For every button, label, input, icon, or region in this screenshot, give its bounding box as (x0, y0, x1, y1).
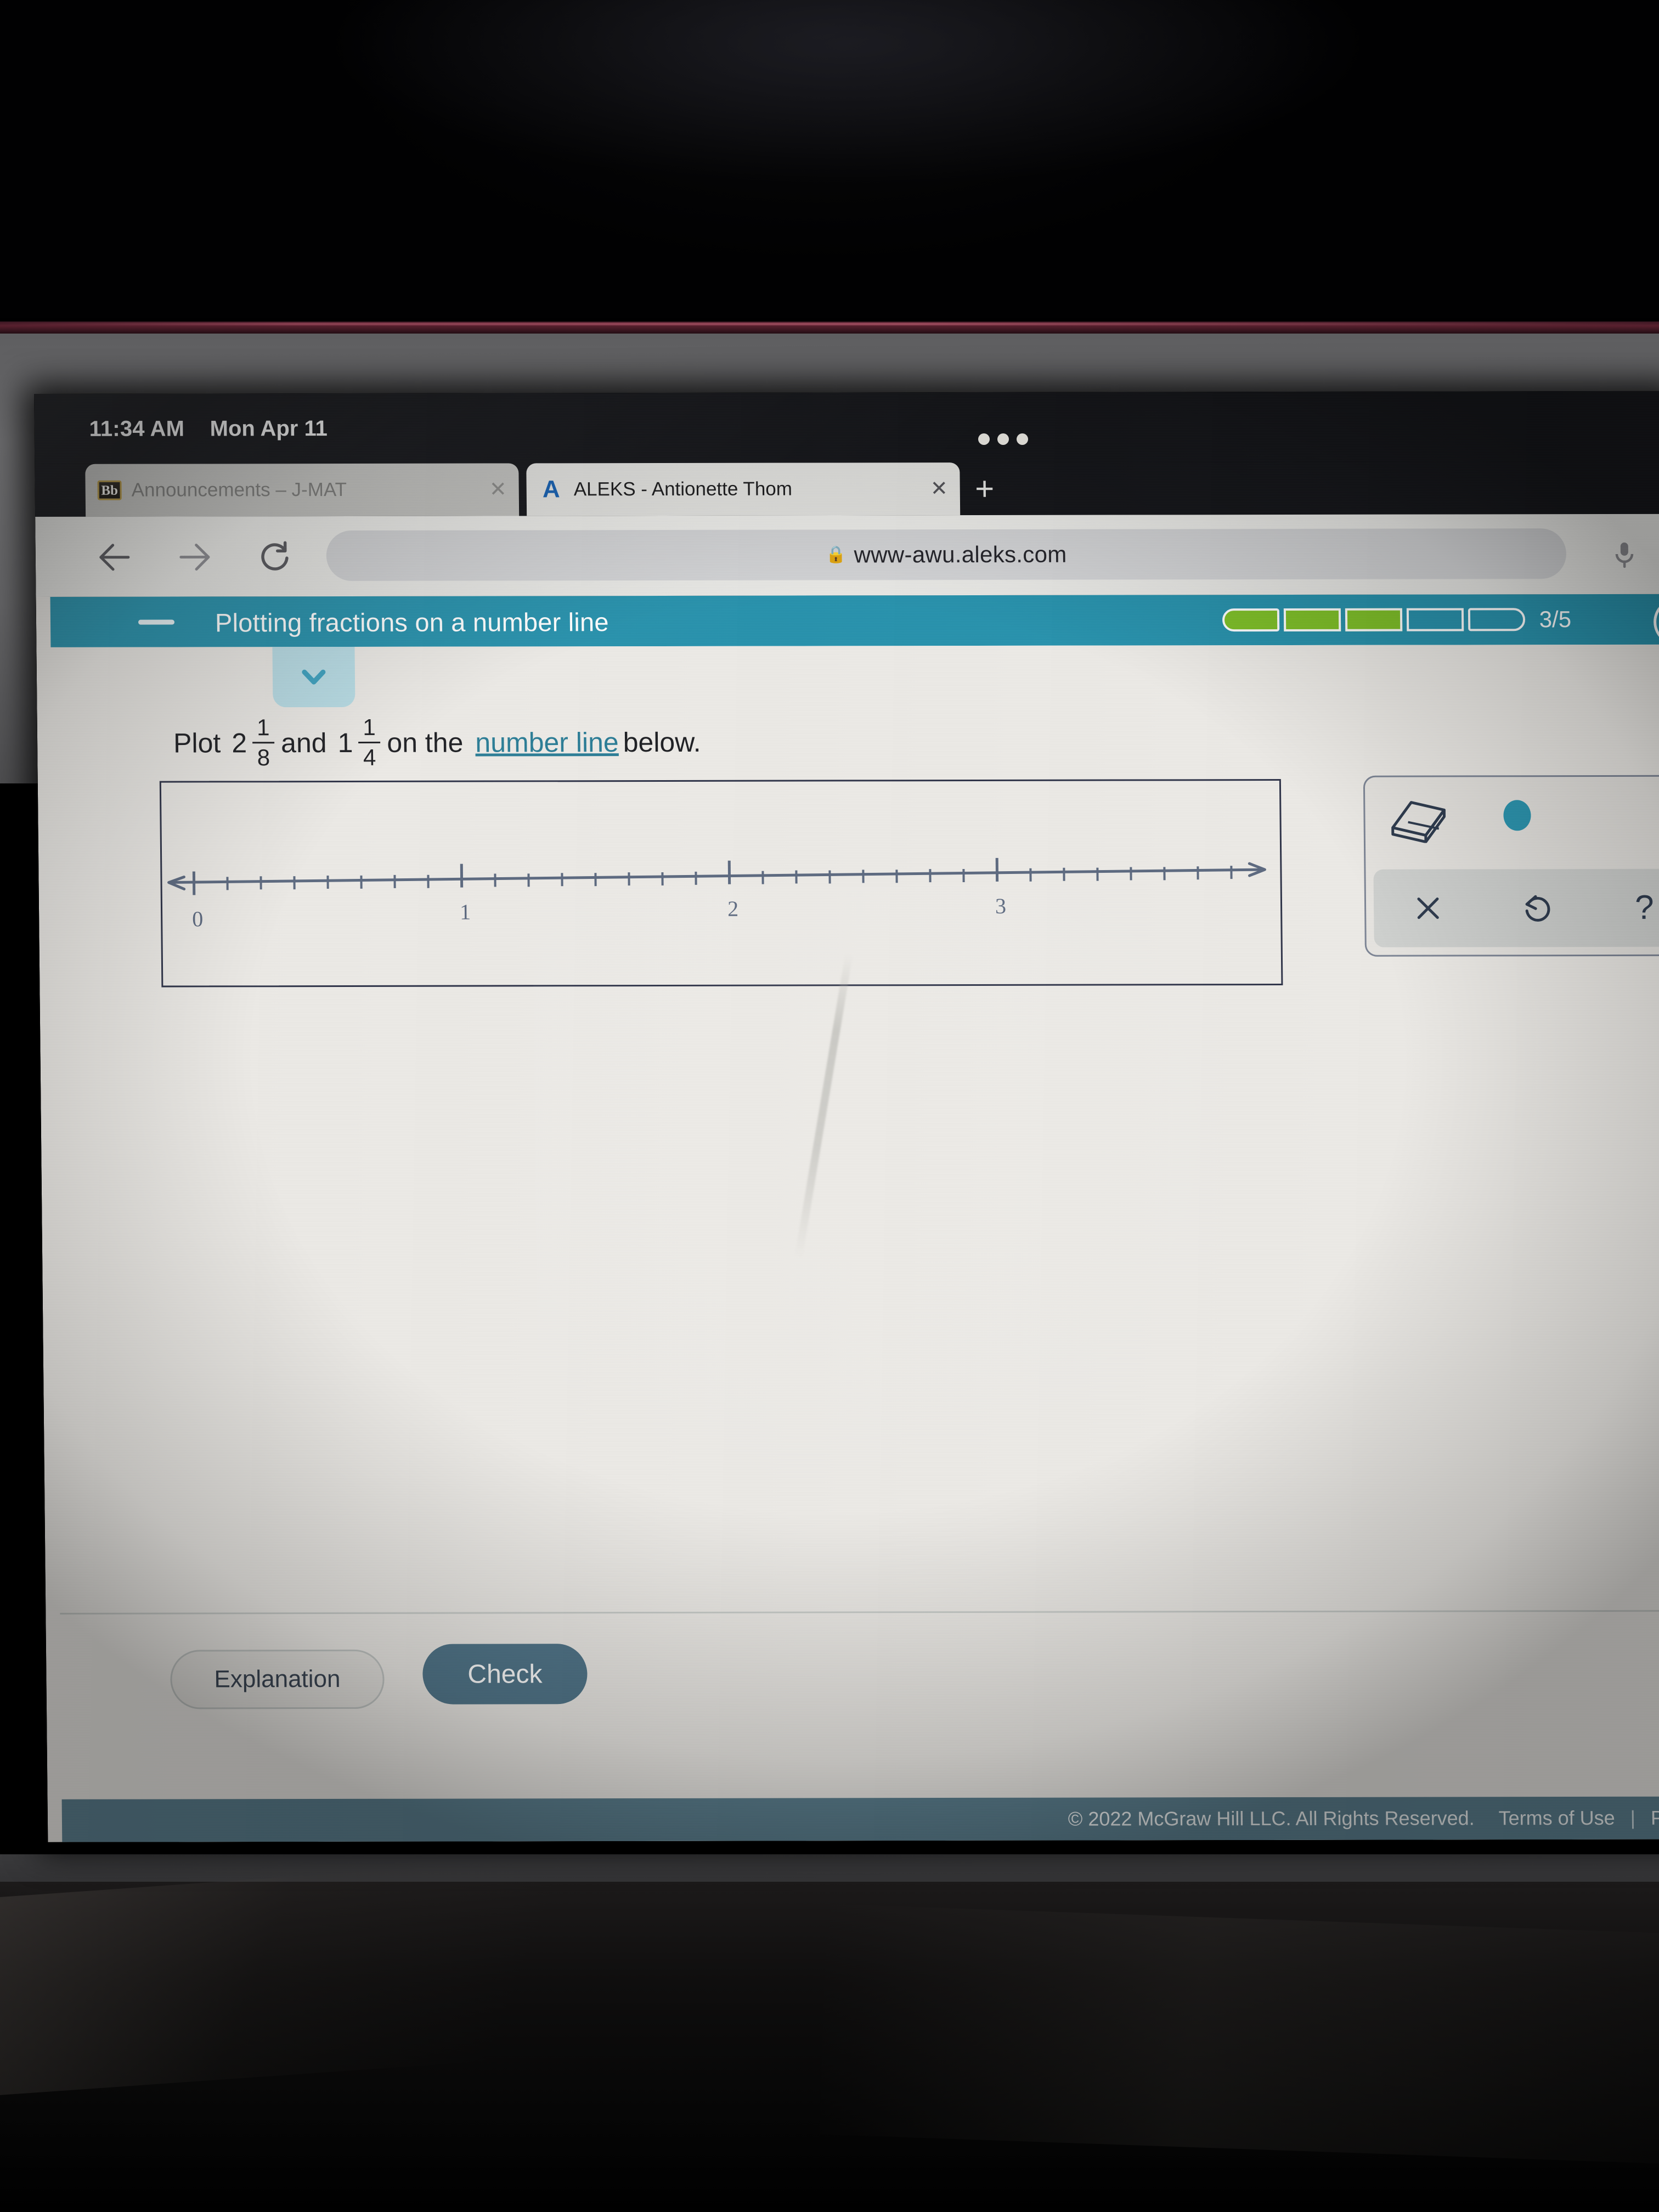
arrow-left-icon[interactable] (95, 538, 135, 577)
mixed-number-b: 1 1 4 (337, 714, 381, 770)
collapse-toggle-button[interactable] (272, 646, 356, 708)
progress-segment (1283, 608, 1341, 632)
progress-segment (1406, 608, 1464, 631)
number-line-graphic: 0 1 2 3 (167, 857, 1266, 931)
fraction-denominator: 8 (257, 744, 270, 771)
footer-separator: | (1630, 1806, 1636, 1829)
check-button[interactable]: Check (422, 1644, 588, 1705)
aleks-header-bar: Plotting fractions on a number line 3/5 (50, 594, 1659, 647)
question-suffix: below. (623, 726, 701, 758)
close-icon[interactable]: ✕ (489, 478, 507, 501)
question-middle: on the (387, 727, 464, 758)
content-divider (60, 1610, 1659, 1615)
desk-sheen-right (819, 1904, 1659, 2167)
svg-text:0: 0 (192, 906, 203, 931)
blackboard-favicon: Bb (97, 480, 122, 500)
fraction-denominator: 4 (363, 744, 376, 770)
number-line-canvas[interactable]: 0 1 2 3 (159, 779, 1283, 988)
microphone-icon[interactable] (1611, 540, 1638, 569)
progress-segment (1345, 608, 1402, 631)
fraction-numerator: 1 (363, 714, 376, 740)
browser-tab-title: ALEKS - Antionette Thom (573, 478, 793, 500)
three-dots-icon[interactable] (978, 433, 1028, 445)
copyright-text: © 2022 McGraw Hill LLC. All Rights Reser… (1068, 1807, 1475, 1830)
avatar[interactable] (1653, 598, 1659, 646)
hamburger-icon[interactable] (138, 619, 175, 625)
progress-segment (1468, 608, 1525, 631)
chevron-down-icon (302, 669, 326, 685)
progress-label: 3/5 (1539, 606, 1572, 633)
address-bar[interactable]: 🔒 www-awu.aleks.com (326, 528, 1567, 582)
tablet-screen: 11:34 AM Mon Apr 11 Bb Announcements – J… (34, 391, 1659, 1842)
terms-of-use-link[interactable]: Terms of Use (1498, 1807, 1615, 1830)
status-bar: 11:34 AM Mon Apr 11 (34, 391, 1659, 464)
page-title: Plotting fractions on a number line (215, 607, 609, 637)
svg-text:1: 1 (460, 900, 471, 924)
status-bar-time: 11:34 AM (89, 416, 185, 441)
question-prefix: Plot (173, 727, 221, 759)
new-tab-button[interactable]: + (967, 470, 1002, 507)
question-conjunction: and (280, 727, 327, 758)
number-line-link[interactable]: number line (475, 726, 619, 758)
status-bar-date: Mon Apr 11 (210, 416, 328, 441)
svg-text:2: 2 (727, 896, 738, 921)
fraction-b: 1 4 (358, 714, 381, 770)
browser-toolbar: 🔒 www-awu.aleks.com (35, 514, 1659, 597)
fraction-a: 1 8 (252, 714, 275, 771)
question-text: Plot 2 1 8 and 1 1 4 on the number line … (173, 714, 709, 771)
lock-icon: 🔒 (826, 545, 847, 564)
mixed-whole-part: 1 (337, 727, 353, 758)
explanation-button[interactable]: Explanation (170, 1649, 385, 1709)
tool-palette: ? (1363, 775, 1659, 957)
mixed-number-a: 2 1 8 (232, 714, 275, 771)
mixed-whole-part: 2 (232, 727, 247, 758)
close-icon[interactable]: ✕ (930, 477, 948, 500)
browser-tab-strip: Bb Announcements – J-MAT ✕ A ALEKS - Ant… (35, 461, 1659, 517)
undo-icon[interactable] (1482, 891, 1590, 925)
fraction-numerator: 1 (256, 714, 270, 741)
browser-tab-aleks[interactable]: A ALEKS - Antionette Thom ✕ (526, 462, 961, 516)
privacy-link[interactable]: Priv (1651, 1807, 1659, 1830)
reload-icon[interactable] (255, 537, 295, 577)
progress-segment (1222, 608, 1279, 632)
aleks-page: Plotting fractions on a number line 3/5 (36, 594, 1659, 1842)
close-x-icon[interactable] (1374, 891, 1482, 925)
aleks-favicon: A (542, 476, 560, 503)
arrow-right-icon[interactable] (175, 537, 215, 577)
progress-indicator: 3/5 (1222, 606, 1571, 633)
exercise-panel: Plot 2 1 8 and 1 1 4 on the number line … (50, 644, 1659, 1799)
footer-bar: © 2022 McGraw Hill LLC. All Rights Reser… (61, 1796, 1659, 1842)
svg-text:3: 3 (995, 894, 1006, 918)
point-dot-icon[interactable] (1503, 800, 1531, 831)
ambient-glow (329, 0, 1372, 187)
question-mark-icon[interactable]: ? (1590, 889, 1659, 927)
photo-environment: 11:34 AM Mon Apr 11 Bb Announcements – J… (0, 0, 1659, 2212)
address-bar-url: www-awu.aleks.com (854, 541, 1067, 568)
device-lid-highlight (0, 323, 1659, 325)
browser-tab-announcements[interactable]: Bb Announcements – J-MAT ✕ (85, 463, 520, 517)
browser-tab-title: Announcements – J-MAT (131, 479, 347, 501)
eraser-icon[interactable] (1386, 793, 1451, 844)
tool-action-row: ? (1373, 868, 1659, 947)
